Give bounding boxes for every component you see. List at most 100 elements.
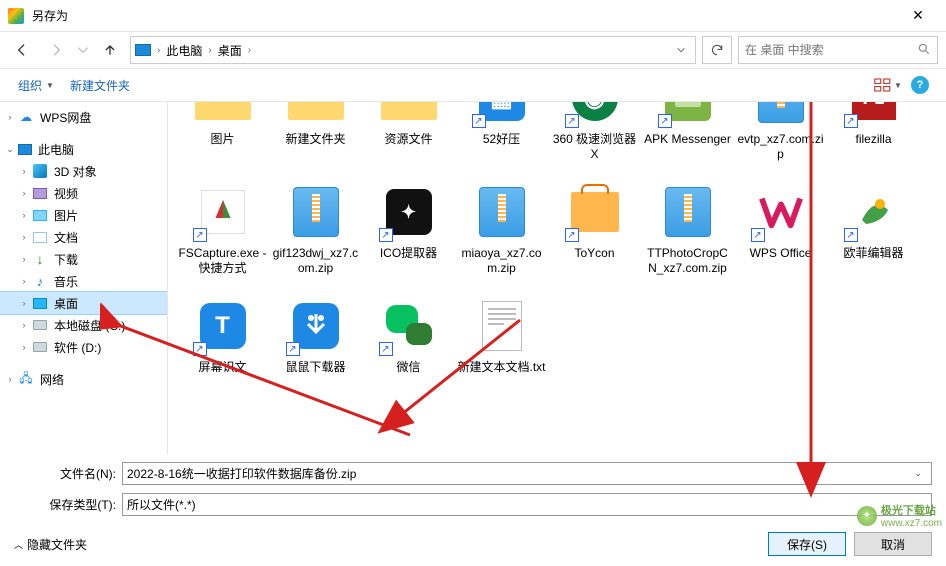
chevron-right-icon: ›: [4, 111, 16, 123]
tree-documents[interactable]: ›文档: [0, 226, 167, 248]
file-item[interactable]: ◉↗360 极速浏览器X: [548, 102, 641, 166]
desktop-icon: [32, 295, 48, 311]
forward-button[interactable]: [42, 37, 70, 63]
file-item[interactable]: T↗屏幕识文: [176, 290, 269, 379]
search-box[interactable]: [738, 36, 938, 64]
file-item[interactable]: TTPhotoCropCN_xz7.com.zip: [641, 176, 734, 280]
file-icon: T↗: [191, 294, 255, 358]
chevron-down-icon[interactable]: ⌄: [909, 499, 927, 510]
tree-wps-cloud[interactable]: ›☁WPS网盘: [0, 106, 167, 128]
new-folder-button[interactable]: 新建文件夹: [64, 73, 136, 98]
save-button[interactable]: 保存(S): [768, 532, 846, 556]
file-item[interactable]: ↗WPS Office: [734, 176, 827, 280]
picture-icon: [32, 207, 48, 223]
file-item[interactable]: ✦↗ICO提取器: [362, 176, 455, 280]
hide-folders-toggle[interactable]: ︿ 隐藏文件夹: [14, 536, 87, 553]
download-icon: ↓: [32, 251, 48, 267]
file-label: gif123dwj_xz7.com.zip: [271, 246, 360, 276]
crumb-this-pc[interactable]: 此电脑: [162, 40, 206, 61]
chevron-right-icon: ›: [157, 45, 160, 56]
cancel-button[interactable]: 取消: [854, 532, 932, 556]
file-label: APK Messenger: [644, 132, 731, 147]
filename-input[interactable]: [127, 467, 909, 481]
file-icon: Fz↗: [842, 102, 906, 130]
file-item[interactable]: evtp_xz7.com.zip: [734, 102, 827, 166]
file-label: 新建文件夹: [285, 132, 345, 147]
tree-videos[interactable]: ›视频: [0, 182, 167, 204]
file-item[interactable]: Fz↗ filezilla: [827, 102, 920, 166]
chevron-right-icon: ›: [208, 45, 211, 56]
tree-this-pc[interactable]: ⌄此电脑: [0, 138, 167, 160]
cube-icon: [32, 163, 48, 179]
file-icon: [191, 102, 255, 130]
file-label: 新建文本文档.txt: [457, 360, 545, 375]
crumb-desktop[interactable]: 桌面: [214, 40, 246, 61]
filename-field[interactable]: ⌄: [122, 462, 932, 485]
file-icon: ↗: [191, 180, 255, 244]
video-icon: [32, 185, 48, 201]
up-button[interactable]: [96, 37, 124, 63]
toolbar: 组织▼ 新建文件夹 ▼ ?: [0, 68, 946, 102]
chevron-right-icon: ›: [248, 45, 251, 56]
search-icon[interactable]: [917, 42, 931, 59]
refresh-button[interactable]: [702, 36, 732, 64]
file-item[interactable]: 资源文件: [362, 102, 455, 166]
file-label: ICO提取器: [380, 246, 437, 261]
breadcrumb-dropdown[interactable]: [671, 37, 691, 63]
file-item[interactable]: 新建文本文档.txt: [455, 290, 548, 379]
tree-desktop[interactable]: ›桌面: [0, 292, 167, 314]
file-label: 欧菲编辑器: [843, 246, 903, 261]
view-options-button[interactable]: ▼: [874, 73, 902, 97]
back-button[interactable]: [8, 37, 36, 63]
file-icon: [284, 102, 348, 130]
file-icon: ↗: [284, 294, 348, 358]
file-item[interactable]: 新建文件夹: [269, 102, 362, 166]
file-item[interactable]: ↗欧菲编辑器: [827, 176, 920, 280]
filetype-field[interactable]: 所以文件(*.*) ⌄: [122, 493, 932, 516]
file-item[interactable]: gif123dwj_xz7.com.zip: [269, 176, 362, 280]
file-icon: ↗: [563, 180, 627, 244]
navigation-tree[interactable]: ›☁WPS网盘 ⌄此电脑 ›3D 对象 ›视频 ›图片 ›文档 ›↓下载 ›♪音…: [0, 102, 168, 454]
file-label: 鼠鼠下载器: [285, 360, 345, 375]
window-title: 另存为: [32, 7, 898, 24]
tree-downloads[interactable]: ›↓下载: [0, 248, 167, 270]
breadcrumb[interactable]: › 此电脑 › 桌面 ›: [130, 36, 696, 64]
tree-disk-c[interactable]: ›本地磁盘 (C:): [0, 314, 167, 336]
file-label: 图片: [210, 132, 234, 147]
file-item[interactable]: miaoya_xz7.com.zip: [455, 176, 548, 280]
file-icon: [377, 102, 441, 130]
tree-network[interactable]: ›🖧网络: [0, 368, 167, 390]
search-input[interactable]: [745, 43, 917, 57]
tree-music[interactable]: ›♪音乐: [0, 270, 167, 292]
file-label: filezilla: [855, 132, 891, 147]
file-icon: [656, 180, 720, 244]
help-button[interactable]: ?: [906, 73, 934, 97]
filename-label: 文件名(N):: [14, 465, 122, 482]
file-item[interactable]: ↗ 鼠鼠下载器: [269, 290, 362, 379]
file-icon: [749, 102, 813, 130]
file-item[interactable]: 图片: [176, 102, 269, 166]
organize-menu[interactable]: 组织▼: [12, 73, 60, 98]
recent-dropdown[interactable]: [76, 37, 90, 63]
file-label: 52好压: [483, 132, 520, 147]
help-icon: ?: [911, 76, 929, 94]
file-item[interactable]: ↗FSCapture.exe - 快捷方式: [176, 176, 269, 280]
file-label: evtp_xz7.com.zip: [736, 132, 825, 162]
file-icon: ↗: [749, 180, 813, 244]
pc-icon: [135, 44, 151, 56]
tree-disk-d[interactable]: ›软件 (D:): [0, 336, 167, 358]
file-item[interactable]: ▦↗52好压: [455, 102, 548, 166]
close-button[interactable]: ✕: [898, 0, 938, 32]
tree-pictures[interactable]: ›图片: [0, 204, 167, 226]
file-icon: ↗: [656, 102, 720, 130]
file-label: 资源文件: [384, 132, 432, 147]
file-list[interactable]: 图片 新建文件夹 资源文件 ▦↗52好压◉↗360 极速浏览器X ↗ APK Messen…: [168, 102, 946, 454]
file-label: 360 极速浏览器X: [550, 132, 639, 162]
chevron-down-icon[interactable]: ⌄: [909, 468, 927, 479]
music-icon: ♪: [32, 273, 48, 289]
filetype-label: 保存类型(T):: [14, 496, 122, 513]
tree-3d-objects[interactable]: ›3D 对象: [0, 160, 167, 182]
file-item[interactable]: ↗微信: [362, 290, 455, 379]
file-item[interactable]: ↗ToYcon: [548, 176, 641, 280]
file-item[interactable]: ↗ APK Messenger: [641, 102, 734, 166]
